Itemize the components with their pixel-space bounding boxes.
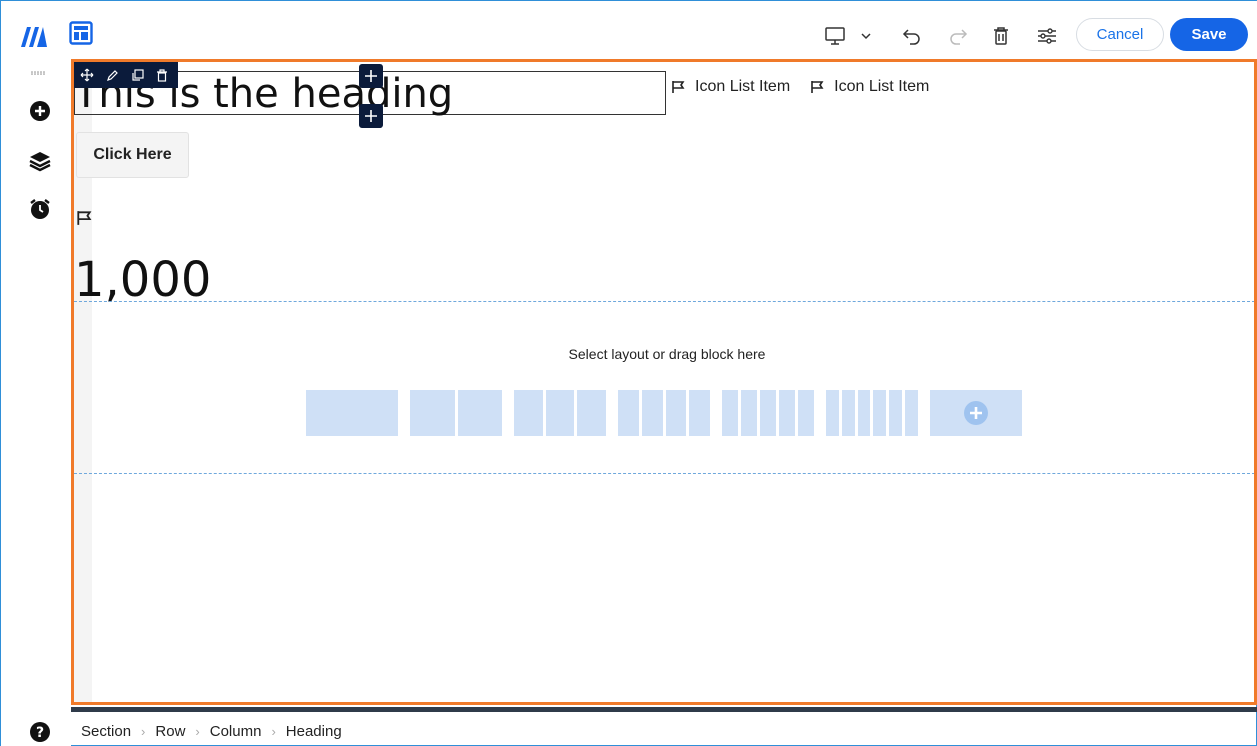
layout-column — [306, 390, 398, 436]
breadcrumb-separator-icon: › — [195, 724, 200, 739]
icon-list-item-label: Icon List Item — [695, 78, 791, 95]
layout-column — [826, 390, 839, 436]
icon-list[interactable]: Icon List Item Icon List Item — [671, 78, 929, 96]
layout-option-4-col[interactable] — [618, 390, 710, 436]
breadcrumb-separator-icon: › — [141, 724, 146, 739]
add-circle-icon — [964, 401, 988, 425]
layout-column — [641, 390, 663, 436]
layout-column — [410, 390, 455, 436]
add-above-plus-icon[interactable] — [359, 64, 383, 88]
template-layout-icon[interactable] — [69, 21, 93, 45]
layout-column — [545, 390, 575, 436]
flag-icon — [811, 81, 824, 93]
layout-column — [577, 390, 607, 436]
layout-column — [514, 390, 543, 436]
move-icon[interactable] — [80, 68, 94, 82]
svg-text:?: ? — [36, 725, 44, 741]
layout-option-6-col[interactable] — [826, 390, 918, 436]
undo-icon[interactable] — [899, 21, 925, 51]
element-mini-toolbar — [74, 62, 178, 88]
layout-column — [689, 390, 710, 436]
breadcrumb-item[interactable]: Row — [155, 723, 185, 740]
delete-trash-icon[interactable] — [989, 21, 1013, 51]
layout-options — [306, 390, 1022, 436]
top-bar: Cancel Save — [1, 1, 1257, 59]
redo-icon[interactable] — [945, 21, 971, 51]
brand-logo-icon[interactable] — [19, 21, 53, 49]
layout-column — [722, 390, 738, 436]
cancel-button[interactable]: Cancel — [1076, 18, 1164, 51]
layout-column — [905, 390, 918, 436]
device-desktop-icon[interactable] — [821, 21, 849, 51]
layout-column — [760, 390, 776, 436]
add-element-icon[interactable] — [28, 99, 52, 123]
breadcrumb-separator-icon: › — [271, 724, 276, 739]
layout-option-2-col[interactable] — [410, 390, 502, 436]
custom-layout-button[interactable] — [930, 390, 1022, 436]
layout-column — [618, 390, 639, 436]
add-below-plus-icon[interactable] — [359, 104, 383, 128]
save-button[interactable]: Save — [1170, 18, 1248, 51]
drag-grip-icon[interactable] — [31, 71, 45, 75]
layout-column — [779, 390, 795, 436]
breadcrumb-item[interactable]: Heading — [286, 723, 342, 740]
edit-pencil-icon[interactable] — [106, 69, 119, 82]
layout-dropzone[interactable]: Select layout or drag block here — [74, 301, 1254, 474]
breadcrumb: Section › Row › Column › Heading — [81, 723, 342, 740]
layout-column — [841, 390, 855, 436]
settings-sliders-icon[interactable] — [1035, 21, 1059, 51]
icon-list-item-label: Icon List Item — [834, 78, 930, 95]
breadcrumb-item[interactable]: Column — [210, 723, 262, 740]
click-here-button[interactable]: Click Here — [76, 132, 189, 178]
history-clock-icon[interactable] — [28, 197, 52, 221]
layout-option-5-col[interactable] — [722, 390, 814, 436]
help-icon[interactable]: ? — [29, 721, 51, 743]
layout-column — [857, 390, 871, 436]
layout-option-3-col[interactable] — [514, 390, 607, 436]
layout-column — [665, 390, 687, 436]
layout-column — [873, 390, 887, 436]
breadcrumb-item[interactable]: Section — [81, 723, 131, 740]
layout-column — [741, 390, 757, 436]
layout-column — [457, 390, 502, 436]
editor-window: Cancel Save This is the heading Icon Lis… — [0, 0, 1257, 746]
layout-column — [798, 390, 814, 436]
flag-icon — [672, 81, 685, 93]
counter-number[interactable]: 1,000 — [74, 252, 211, 308]
canvas-bottom-bar — [71, 707, 1257, 712]
icon-list-item[interactable]: Icon List Item — [671, 78, 790, 96]
flag-icon[interactable] — [76, 210, 92, 226]
layers-icon[interactable] — [28, 149, 52, 173]
delete-element-icon[interactable] — [156, 68, 168, 82]
editor-canvas[interactable]: This is the heading Icon List Item Icon … — [71, 59, 1257, 705]
layout-option-1-col[interactable] — [306, 390, 398, 436]
left-sidebar — [1, 59, 71, 746]
dropzone-instructions: Select layout or drag block here — [568, 346, 766, 362]
duplicate-icon[interactable] — [131, 68, 144, 82]
device-chevron-down-icon[interactable] — [857, 21, 875, 51]
layout-column — [889, 390, 903, 436]
icon-list-item[interactable]: Icon List Item — [810, 78, 929, 96]
